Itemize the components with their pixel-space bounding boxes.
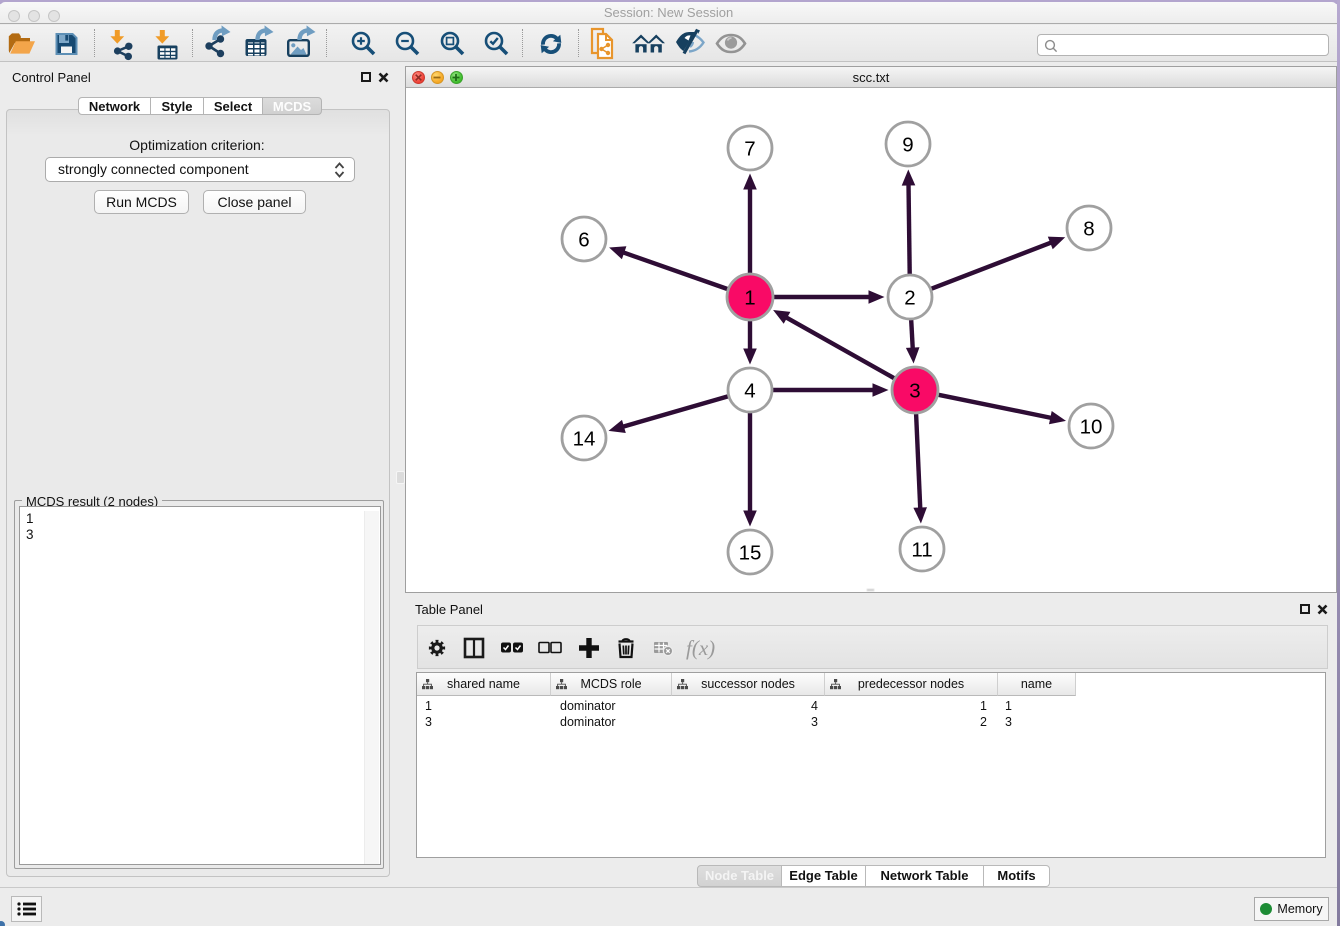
svg-text:f(x): f(x) [686, 636, 715, 660]
svg-text:2: 2 [904, 287, 915, 310]
svg-text:15: 15 [739, 542, 762, 565]
svg-text:3: 3 [909, 380, 920, 403]
svg-text:14: 14 [573, 428, 596, 451]
svg-text:9: 9 [902, 134, 913, 157]
svg-text:4: 4 [744, 380, 755, 403]
svg-text:11: 11 [911, 539, 932, 562]
svg-text:8: 8 [1083, 218, 1094, 241]
svg-text:6: 6 [578, 229, 589, 252]
svg-text:10: 10 [1080, 416, 1103, 439]
svg-text:7: 7 [744, 138, 755, 161]
svg-text:1: 1 [744, 287, 755, 310]
